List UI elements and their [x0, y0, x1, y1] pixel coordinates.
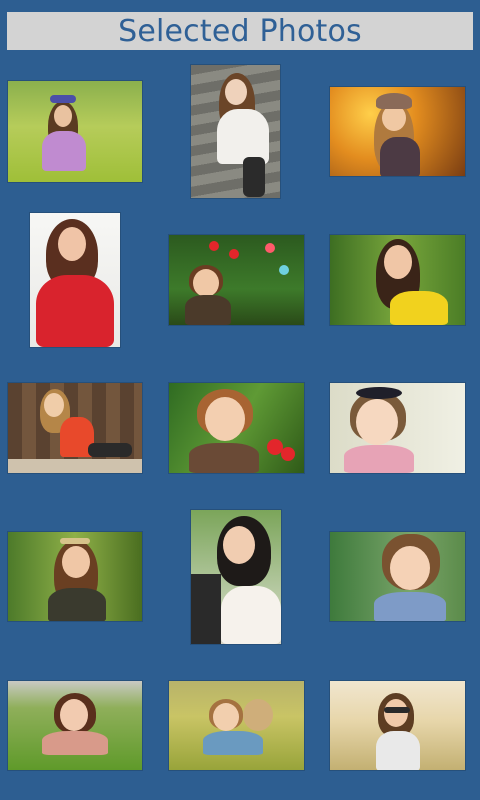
photo-thumbnail-2[interactable] — [191, 65, 280, 198]
photo-thumbnail-14[interactable] — [169, 681, 304, 770]
photo-thumbnail-6[interactable] — [330, 235, 465, 325]
photo-thumbnail-5[interactable] — [169, 235, 304, 325]
photo-thumbnail-15[interactable] — [330, 681, 465, 770]
photo-thumbnail-13[interactable] — [8, 681, 142, 770]
photo-thumbnail-9[interactable] — [330, 383, 465, 473]
photo-thumbnail-3[interactable] — [330, 87, 465, 176]
page-title: Selected Photos — [118, 13, 362, 49]
photo-thumbnail-12[interactable] — [330, 532, 465, 621]
photo-thumbnail-7[interactable] — [8, 383, 142, 473]
photo-thumbnail-10[interactable] — [8, 532, 142, 621]
photo-thumbnail-11[interactable] — [191, 510, 281, 644]
photo-thumbnail-1[interactable] — [8, 81, 142, 182]
photo-thumbnail-8[interactable] — [169, 383, 304, 473]
title-bar: Selected Photos — [7, 12, 473, 50]
photo-thumbnail-4[interactable] — [30, 213, 120, 347]
